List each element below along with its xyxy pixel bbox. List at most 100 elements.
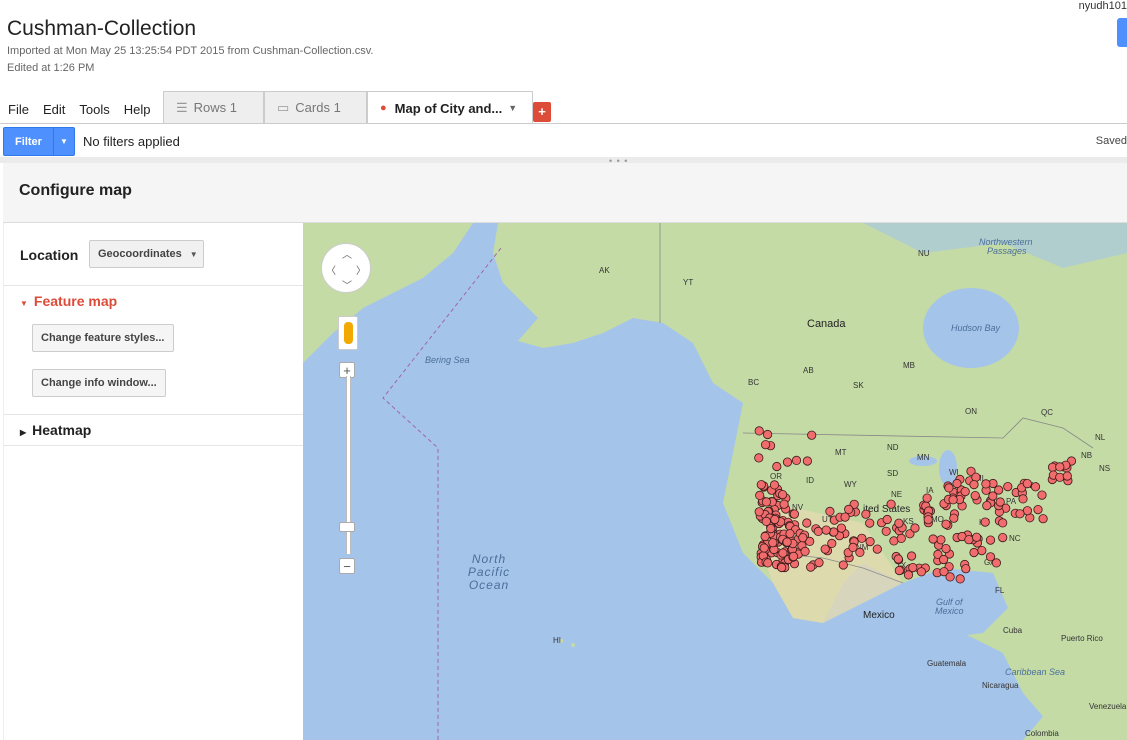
map-marker[interactable]	[1022, 478, 1032, 489]
map-marker[interactable]	[829, 527, 839, 537]
menu-edit[interactable]: Edit	[43, 102, 65, 117]
map-marker[interactable]	[754, 426, 764, 436]
map-marker[interactable]	[971, 532, 982, 542]
menu-tools[interactable]: Tools	[79, 102, 109, 117]
map-marker[interactable]	[894, 518, 904, 528]
map-marker[interactable]	[944, 483, 954, 493]
map-marker[interactable]	[802, 456, 812, 466]
map-marker[interactable]	[1015, 509, 1025, 519]
map-marker[interactable]	[910, 523, 920, 533]
location-select[interactable]: Geocoordinates ▼	[89, 240, 204, 268]
map-marker[interactable]	[788, 551, 799, 561]
pan-down-icon[interactable]: ﹀	[342, 277, 352, 292]
map-marker[interactable]	[789, 509, 799, 519]
map-marker[interactable]	[1038, 514, 1048, 524]
map-marker[interactable]	[985, 535, 996, 545]
change-feature-styles-button[interactable]: Change feature styles...	[32, 324, 174, 352]
map-marker[interactable]	[754, 507, 764, 517]
map-marker[interactable]	[848, 542, 858, 552]
tab-cards[interactable]: ▭ Cards 1	[264, 91, 367, 123]
zoom-slider-thumb[interactable]	[339, 522, 355, 532]
tab-map[interactable]: ● Map of City and... ▼	[367, 91, 533, 124]
map-marker[interactable]	[886, 499, 896, 509]
map-marker[interactable]	[906, 551, 917, 561]
map-marker[interactable]	[760, 531, 770, 542]
map-marker[interactable]	[836, 523, 847, 533]
map-marker[interactable]	[903, 570, 914, 580]
map-marker[interactable]	[949, 513, 959, 523]
map-marker[interactable]	[969, 547, 979, 558]
map-marker[interactable]	[821, 525, 831, 535]
filter-button[interactable]: Filter ▼	[3, 127, 75, 156]
add-tab-button[interactable]: +	[533, 102, 551, 122]
change-info-window-button[interactable]: Change info window...	[32, 369, 166, 397]
map-marker[interactable]	[928, 534, 938, 544]
map-marker[interactable]	[861, 509, 871, 519]
map-marker[interactable]	[995, 497, 1005, 507]
tab-rows[interactable]: ☰ Rows 1	[163, 91, 264, 123]
map-marker[interactable]	[779, 499, 789, 509]
map-marker[interactable]	[791, 455, 802, 465]
filter-dropdown-icon[interactable]: ▼	[53, 128, 74, 155]
map-marker[interactable]	[840, 512, 850, 522]
map-marker[interactable]	[896, 533, 906, 543]
map-marker[interactable]	[813, 526, 823, 536]
map-marker[interactable]	[981, 479, 991, 489]
map-marker[interactable]	[1055, 472, 1065, 482]
map-marker[interactable]	[977, 545, 987, 556]
map-marker[interactable]	[1037, 490, 1047, 500]
map-marker[interactable]	[961, 564, 971, 574]
map-marker[interactable]	[865, 518, 875, 528]
map-marker[interactable]	[782, 457, 793, 467]
map-marker[interactable]	[1030, 482, 1041, 492]
map-marker[interactable]	[825, 506, 835, 516]
heatmap-section[interactable]: ▶ Heatmap	[20, 422, 91, 438]
map-marker[interactable]	[894, 565, 904, 576]
map-canvas[interactable]: AK NU YT Canada Hudson Bay Northwestern …	[303, 223, 1127, 740]
map-marker[interactable]	[785, 529, 795, 539]
map-marker[interactable]	[761, 497, 771, 507]
pan-left-icon[interactable]: 〈	[326, 262, 336, 277]
map-marker[interactable]	[798, 533, 808, 543]
map-marker[interactable]	[857, 533, 867, 543]
map-marker[interactable]	[802, 518, 812, 528]
map-marker[interactable]	[952, 478, 962, 489]
map-marker[interactable]	[982, 500, 992, 511]
map-marker[interactable]	[893, 554, 903, 564]
user-account[interactable]: nyudh101	[1079, 0, 1127, 12]
map-marker[interactable]	[960, 486, 970, 497]
map-marker[interactable]	[980, 517, 990, 527]
map-marker[interactable]	[969, 479, 979, 490]
map-marker[interactable]	[756, 480, 766, 490]
map-marker[interactable]	[865, 536, 875, 547]
map-marker[interactable]	[844, 504, 854, 514]
chevron-down-icon[interactable]: ▼	[508, 103, 517, 113]
map-marker[interactable]	[941, 519, 951, 529]
map-marker[interactable]	[763, 558, 773, 568]
map-marker[interactable]	[872, 544, 882, 554]
map-marker[interactable]	[782, 537, 792, 547]
map-marker[interactable]	[955, 574, 965, 584]
map-marker[interactable]	[941, 543, 951, 554]
map-marker[interactable]	[1062, 471, 1072, 481]
map-marker[interactable]	[936, 535, 946, 545]
map-marker[interactable]	[916, 567, 927, 577]
map-marker[interactable]	[762, 429, 773, 440]
map-marker[interactable]	[994, 485, 1004, 495]
map-marker[interactable]	[945, 572, 955, 582]
map-marker[interactable]	[768, 538, 778, 548]
map-marker[interactable]	[827, 538, 837, 548]
map-marker[interactable]	[838, 560, 848, 570]
pan-up-icon[interactable]: ︿	[342, 246, 352, 261]
map-marker[interactable]	[922, 493, 932, 503]
map-marker[interactable]	[881, 526, 891, 536]
map-marker[interactable]	[948, 495, 958, 505]
map-marker[interactable]	[1003, 481, 1013, 492]
share-button[interactable]	[1117, 18, 1127, 47]
street-view-pegman-icon[interactable]	[338, 316, 358, 350]
map-marker[interactable]	[1055, 462, 1065, 472]
pan-right-icon[interactable]: 〉	[356, 262, 366, 277]
map-marker[interactable]	[770, 514, 780, 525]
map-marker[interactable]	[998, 518, 1008, 528]
map-marker[interactable]	[755, 490, 765, 500]
